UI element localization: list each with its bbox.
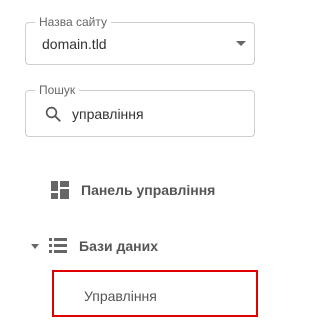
nav-item-dashboard[interactable]: Панель управління — [51, 180, 215, 200]
nav-subitem-management-label: Управління — [84, 288, 157, 304]
site-select[interactable]: Назва сайту domain.tld — [25, 15, 255, 65]
nav-subitem-management[interactable]: Управління — [52, 270, 258, 317]
caret-down-icon[interactable] — [31, 243, 39, 249]
nav-item-databases-label: Бази даних — [79, 238, 158, 254]
chevron-down-icon[interactable] — [236, 41, 246, 46]
search-input[interactable] — [72, 104, 242, 124]
dashboard-icon — [51, 181, 69, 199]
search-legend: Пошук — [35, 83, 80, 97]
search-field[interactable]: Пошук — [25, 83, 255, 137]
site-select-legend: Назва сайту — [35, 15, 111, 29]
database-icon — [49, 238, 67, 253]
nav-item-dashboard-label: Панель управління — [81, 182, 216, 198]
site-select-value: domain.tld — [42, 36, 107, 52]
search-icon — [45, 106, 61, 122]
nav-item-databases[interactable]: Бази даних — [31, 236, 158, 256]
sidebar-panel: Назва сайту domain.tld Пошук Панель упра… — [0, 0, 298, 333]
